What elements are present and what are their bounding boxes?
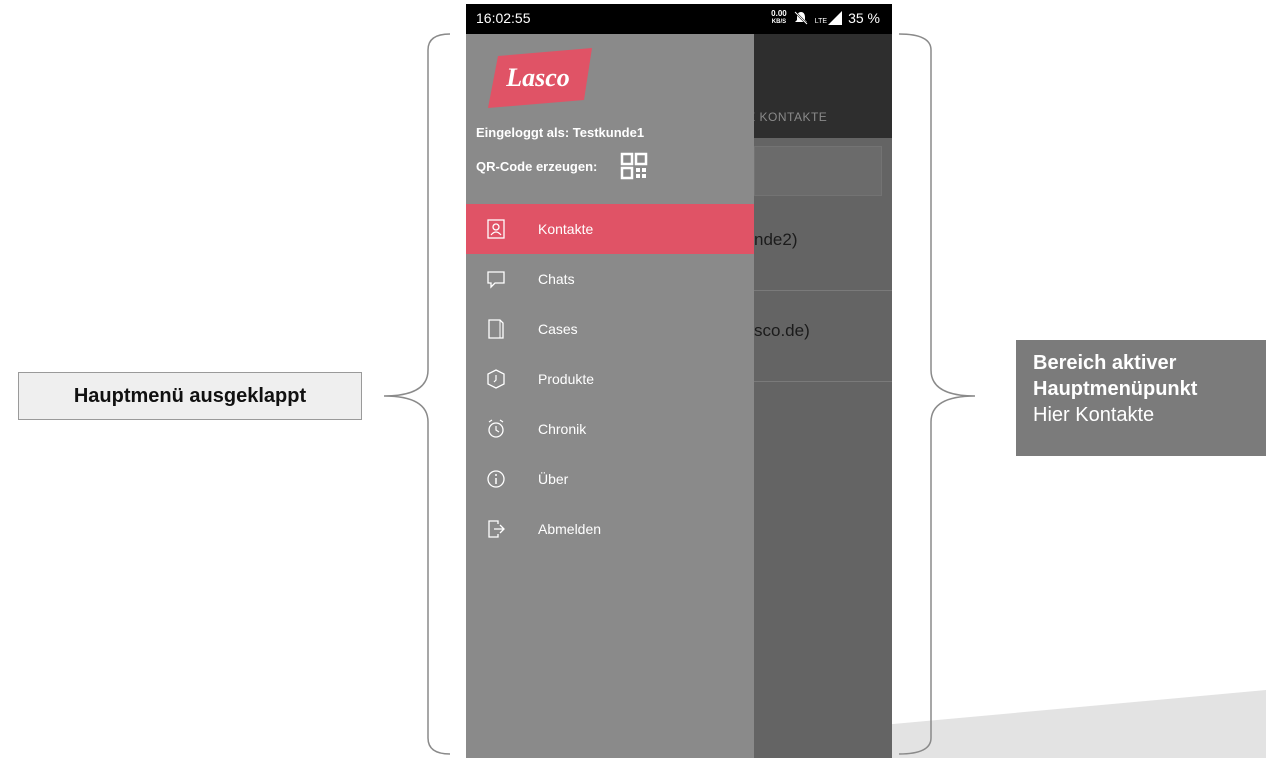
logo-text: Lasco (505, 63, 570, 92)
phone-screen: 16:02:55 0.00 KB/S LTE 35 % NE KONTAKTE (466, 4, 892, 758)
status-indicators: 0.00 KB/S LTE 35 % (771, 10, 880, 27)
menu-item-kontakte[interactable]: Kontakte (466, 204, 754, 254)
annotation-active-menu-area: Bereich aktiver Hauptmenüpunkt Hier Kont… (1016, 340, 1266, 456)
menu-item-label: Abmelden (538, 521, 602, 537)
navigation-drawer: Lasco Eingeloggt als: Testkunde1 QR-Code… (466, 34, 754, 758)
menu-item-label: Cases (538, 321, 578, 337)
menu-item-ueber[interactable]: Über (466, 454, 754, 504)
annotation-right-normal: Hier Kontakte (1033, 404, 1155, 426)
right-brace (898, 33, 976, 755)
annotation-main-menu-expanded: Hauptmenü ausgeklappt (18, 372, 362, 420)
left-brace (383, 33, 451, 755)
data-speed-indicator: 0.00 KB/S (771, 10, 787, 26)
menu-item-produkte[interactable]: Produkte (466, 354, 754, 404)
search-field-partial[interactable] (754, 146, 882, 196)
product-icon (484, 367, 508, 391)
contact-icon (484, 217, 508, 241)
annotation-left-text: Hauptmenü ausgeklappt (73, 384, 307, 407)
contact-row[interactable]: nde2) (754, 200, 892, 291)
contact-row-text: nde2) (754, 230, 798, 249)
menu-item-label: Chronik (538, 421, 587, 437)
cases-icon (484, 317, 508, 341)
qr-code-icon[interactable] (620, 152, 648, 180)
menu-item-label: Produkte (538, 371, 595, 387)
status-bar: 16:02:55 0.00 KB/S LTE 35 % (466, 4, 892, 34)
bell-muted-icon (794, 11, 808, 25)
chat-icon (484, 267, 508, 291)
lasco-logo: Lasco (488, 48, 592, 108)
contact-row-text: sco.de) (754, 321, 810, 340)
network-type-label: LTE (814, 18, 828, 25)
menu-item-cases[interactable]: Cases (466, 304, 754, 354)
data-speed-value: 0.00 (771, 9, 787, 18)
signal-bars-icon (828, 11, 843, 25)
status-time: 16:02:55 (476, 10, 531, 26)
annotation-right-bold-2: Hauptmenüpunkt (1033, 378, 1198, 400)
signal-icon: LTE (814, 11, 843, 25)
annotation-right-bold-1: Bereich aktiver (1033, 352, 1177, 374)
menu-item-label: Kontakte (538, 221, 594, 237)
data-speed-unit: KB/S (771, 19, 787, 25)
clock-icon (484, 417, 508, 441)
battery-percent: 35 % (848, 10, 880, 26)
logout-icon (484, 517, 508, 541)
contact-row[interactable]: sco.de) (754, 291, 892, 382)
logged-in-label: Eingeloggt als: Testkunde1 (476, 125, 645, 140)
menu-item-chronik[interactable]: Chronik (466, 404, 754, 454)
menu-item-chats[interactable]: Chats (466, 254, 754, 304)
menu-item-label: Über (538, 471, 569, 487)
menu-item-abmelden[interactable]: Abmelden (466, 504, 754, 554)
info-icon (484, 467, 508, 491)
qr-code-label: QR-Code erzeugen: (476, 159, 598, 174)
menu-item-label: Chats (538, 271, 575, 287)
